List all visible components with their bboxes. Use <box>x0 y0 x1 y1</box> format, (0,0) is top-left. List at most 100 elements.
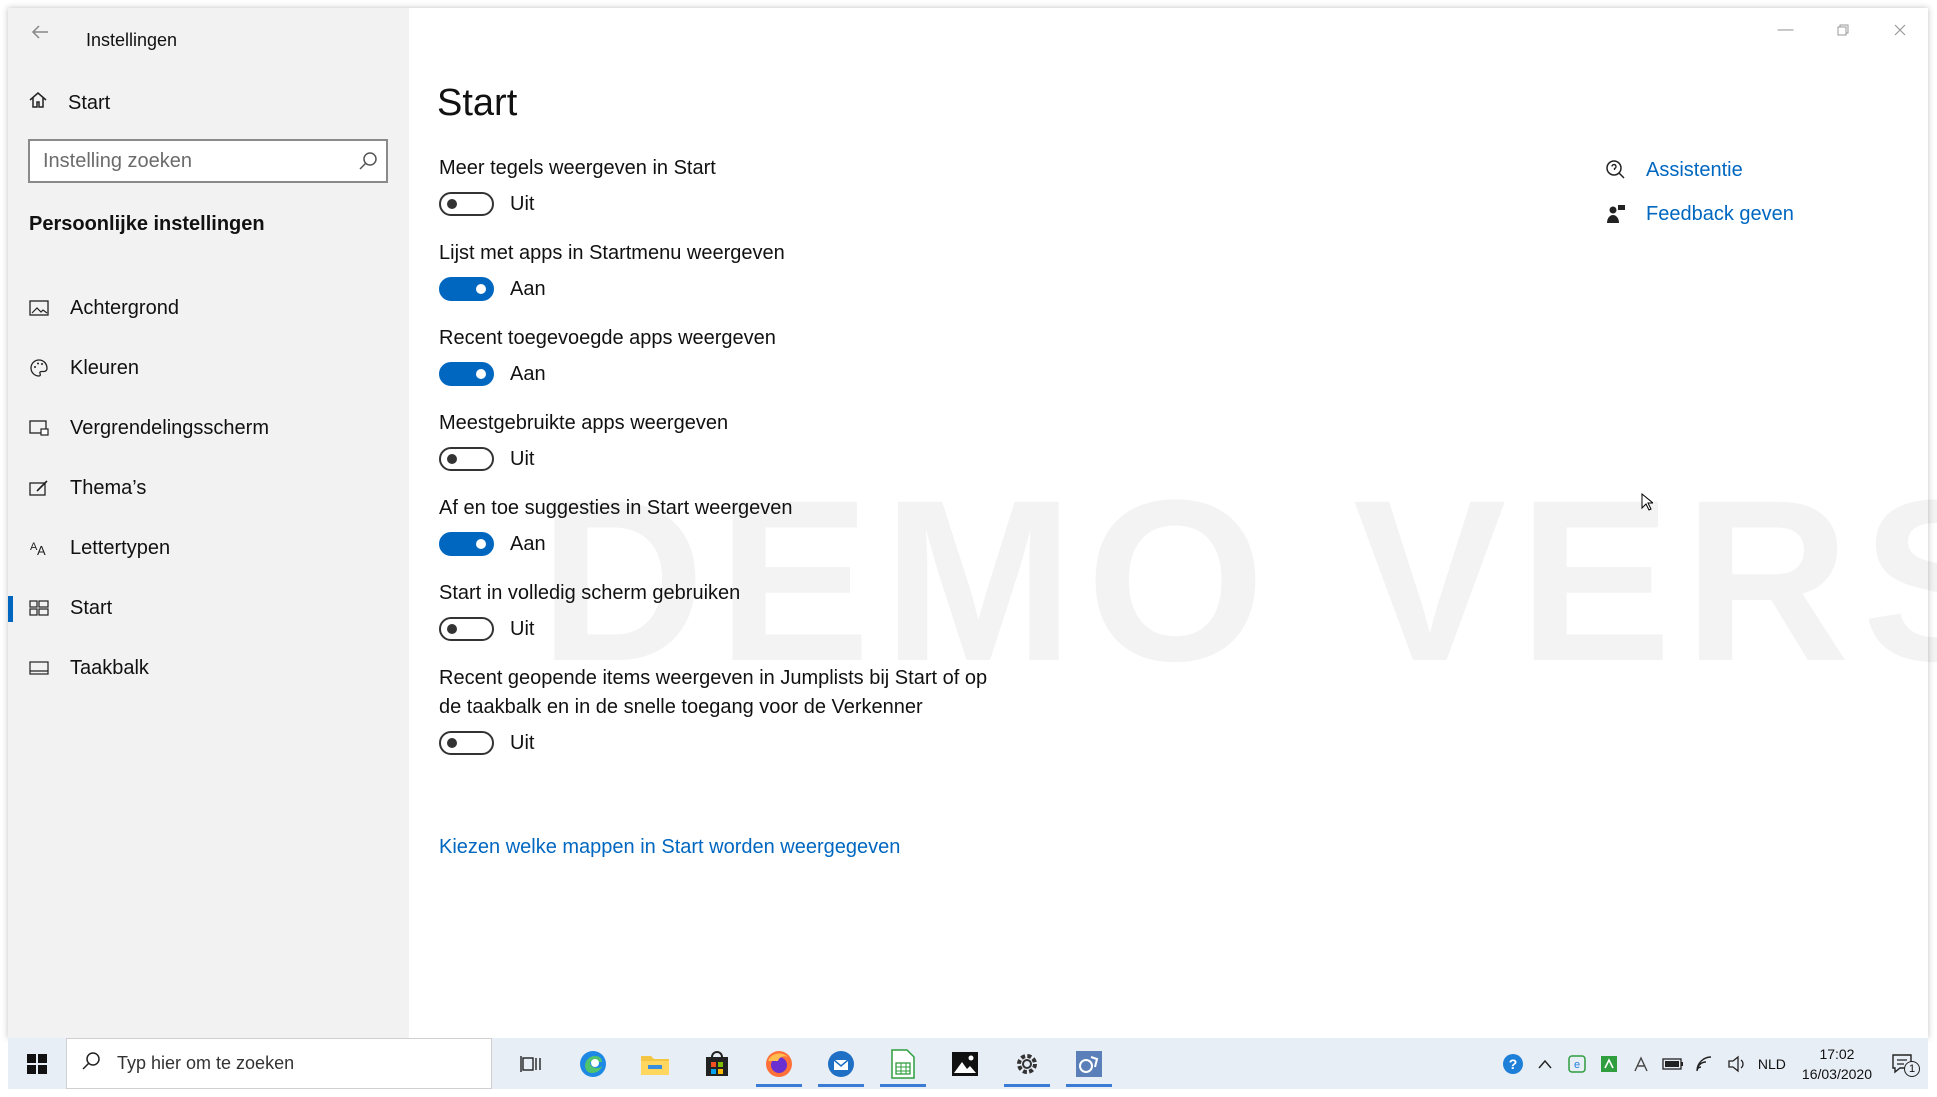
toggle-switch[interactable] <box>439 277 494 301</box>
setting-recent-apps: Recent toegevoegde apps weergeven Aan <box>439 324 999 389</box>
sidebar-item-start[interactable]: Start <box>8 578 409 638</box>
setting-most-used: Meestgebruikte apps weergeven Uit <box>439 409 999 474</box>
network-drive-icon[interactable] <box>1630 1053 1652 1075</box>
palette-icon <box>28 357 50 379</box>
toggle-knob <box>476 369 486 379</box>
home-icon <box>28 90 48 116</box>
sidebar-item-themas[interactable]: Thema’s <box>8 458 409 518</box>
section-heading: Persoonlijke instellingen <box>29 213 265 235</box>
settings-gear-icon[interactable] <box>996 1038 1058 1089</box>
battery-icon[interactable] <box>1662 1053 1684 1075</box>
notification-center-icon[interactable]: 1 <box>1888 1053 1920 1077</box>
toggle-state: Aan <box>510 277 546 300</box>
sidebar-item-lettertypen[interactable]: AA Lettertypen <box>8 518 409 578</box>
start-tiles-icon <box>28 597 50 619</box>
search-icon[interactable] <box>358 151 378 171</box>
spreadsheet-icon[interactable] <box>872 1038 934 1089</box>
setting-label: Recent geopende items weergeven in Jumpl… <box>439 667 988 718</box>
help-icon[interactable]: ? <box>1502 1053 1524 1075</box>
setting-label: Meer tegels weergeven in Start <box>439 157 716 179</box>
feedback-link[interactable]: Feedback geven <box>1604 192 1794 236</box>
sidebar-item-label: Vergrendelingsscherm <box>70 416 269 439</box>
photos-icon[interactable] <box>934 1038 996 1089</box>
setting-suggestions: Af en toe suggesties in Start weergeven … <box>439 494 999 559</box>
setting-label: Start in volledig scherm gebruiken <box>439 582 741 604</box>
settings-search[interactable] <box>28 139 388 183</box>
sidebar-nav: Achtergrond Kleuren Vergrendelingsscherm… <box>8 278 409 698</box>
restore-icon[interactable] <box>1814 8 1871 52</box>
edge-icon[interactable] <box>562 1038 624 1089</box>
setting-app-list: Lijst met apps in Startmenu weergeven Aa… <box>439 239 999 304</box>
sidebar-item-label: Taakbalk <box>70 656 149 679</box>
settings-search-input[interactable] <box>30 141 343 181</box>
picture-icon <box>28 297 50 319</box>
toggle-knob <box>447 738 457 748</box>
assistance-icon <box>1604 158 1628 182</box>
search-icon <box>81 1051 101 1076</box>
system-tray: ? e NLD 17:02 16/03/2020 1 <box>1502 1038 1928 1089</box>
windows-start-button[interactable] <box>8 1038 66 1089</box>
sidebar-item-taakbalk[interactable]: Taakbalk <box>8 638 409 698</box>
sidebar-item-label: Thema’s <box>70 476 147 499</box>
sidebar-item-vergrendelingsscherm[interactable]: Vergrendelingsscherm <box>8 398 409 458</box>
chevron-up-icon[interactable] <box>1534 1053 1556 1075</box>
toggle-state: Uit <box>510 192 535 215</box>
task-view-icon[interactable] <box>500 1038 562 1089</box>
taskbar: ? e NLD 17:02 16/03/2020 1 <box>8 1038 1928 1089</box>
edge-tray-icon[interactable]: e <box>1566 1053 1588 1075</box>
help-panel: Assistentie Feedback geven <box>1604 148 1794 236</box>
toggle-knob <box>447 454 457 464</box>
back-arrow-icon[interactable] <box>30 22 60 52</box>
setting-more-tiles: Meer tegels weergeven in Start Uit <box>439 154 999 219</box>
toggle-state: Aan <box>510 532 546 555</box>
toggle-switch[interactable] <box>439 731 494 755</box>
toggle-state: Aan <box>510 362 546 385</box>
setting-jumplists: Recent geopende items weergeven in Jumpl… <box>439 664 999 758</box>
brush-icon <box>28 477 50 499</box>
settings-window: Instellingen Start Persoonlijke instelli… <box>8 8 1937 1038</box>
assistance-link[interactable]: Assistentie <box>1604 148 1794 192</box>
feedback-icon <box>1604 202 1628 226</box>
choose-folders-link[interactable]: Kiezen welke mappen in Start worden weer… <box>439 836 900 859</box>
toggle-switch[interactable] <box>439 617 494 641</box>
clock-date: 16/03/2020 <box>1801 1065 1872 1082</box>
taskbar-search-input[interactable] <box>115 1052 479 1075</box>
nav-home-label: Start <box>68 91 111 114</box>
setting-label: Lijst met apps in Startmenu weergeven <box>439 242 785 264</box>
taskbar-apps <box>500 1038 1120 1089</box>
toggle-switch[interactable] <box>439 362 494 386</box>
toggle-switch[interactable] <box>439 447 494 471</box>
setting-label: Meestgebruikte apps weergeven <box>439 412 729 434</box>
sidebar-item-kleuren[interactable]: Kleuren <box>8 338 409 398</box>
taskbar-search[interactable] <box>66 1038 492 1089</box>
toggle-switch[interactable] <box>439 532 494 556</box>
taskbar-icon <box>28 657 50 679</box>
toggle-switch[interactable] <box>439 192 494 216</box>
store-icon[interactable] <box>686 1038 748 1089</box>
toggle-state: Uit <box>510 617 535 640</box>
demo-app-icon[interactable] <box>1058 1038 1120 1089</box>
toggle-knob <box>476 284 486 294</box>
clock[interactable]: 17:02 16/03/2020 <box>1802 1044 1872 1084</box>
sidebar-item-label: Kleuren <box>70 356 139 379</box>
nav-home[interactable]: Start <box>28 90 110 116</box>
input-language[interactable]: NLD <box>1758 1056 1786 1072</box>
file-explorer-icon[interactable] <box>624 1038 686 1089</box>
sidebar: Instellingen Start Persoonlijke instelli… <box>8 8 409 1038</box>
toggle-state: Uit <box>510 447 535 470</box>
sidebar-item-label: Achtergrond <box>70 296 179 319</box>
wifi-icon[interactable] <box>1694 1053 1716 1075</box>
svg-text:A: A <box>37 543 46 558</box>
volume-icon[interactable] <box>1726 1053 1748 1075</box>
toggle-knob <box>447 199 457 209</box>
window-controls: — <box>1757 8 1928 52</box>
close-icon[interactable] <box>1871 8 1928 52</box>
minimize-icon[interactable]: — <box>1757 8 1814 52</box>
svg-text:e: e <box>1574 1059 1580 1071</box>
toggle-knob <box>447 624 457 634</box>
firefox-icon[interactable] <box>748 1038 810 1089</box>
green-app-tray-icon[interactable] <box>1598 1053 1620 1075</box>
thunderbird-icon[interactable] <box>810 1038 872 1089</box>
sidebar-item-label: Lettertypen <box>70 536 171 559</box>
sidebar-item-achtergrond[interactable]: Achtergrond <box>8 278 409 338</box>
